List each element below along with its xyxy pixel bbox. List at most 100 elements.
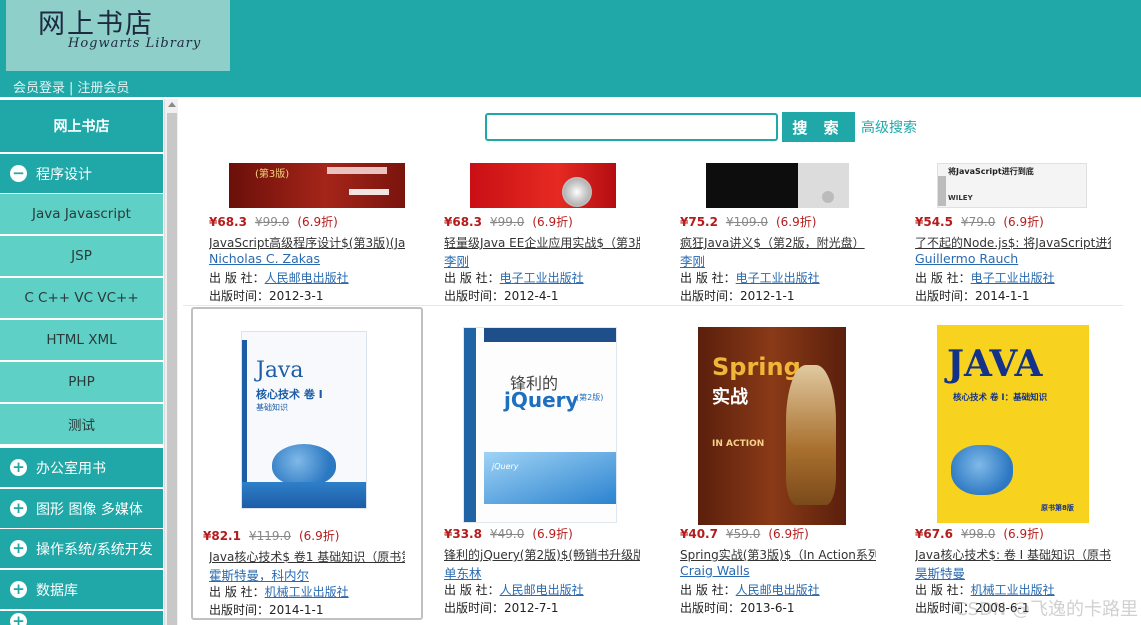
- book-discount: (6.9折): [532, 527, 573, 541]
- sidebar-item-html-xml[interactable]: HTML XML: [0, 320, 163, 360]
- book-discount: (6.9折): [298, 529, 340, 543]
- book-title[interactable]: Spring实战(第3版)$（In Action系列中: [680, 546, 876, 563]
- book-cover[interactable]: 将JavaScript进行到底 WILEY: [937, 163, 1087, 208]
- expand-icon: +: [10, 540, 27, 557]
- book-cover[interactable]: [706, 163, 849, 208]
- book-old-price: ¥79.0: [960, 215, 996, 229]
- book-title[interactable]: 锋利的jQuery(第2版)$(畅销书升级版,: [444, 546, 640, 563]
- book-price: ¥33.8: [444, 527, 482, 541]
- book-discount: (6.9折): [768, 527, 809, 541]
- book-cover[interactable]: [470, 163, 616, 208]
- cover-figure: [786, 365, 836, 505]
- book-author[interactable]: Craig Walls: [680, 563, 750, 578]
- book-cover[interactable]: (第3版): [229, 163, 405, 208]
- category-sidebar: 网上书店 − 程序设计 Java Javascript JSP C C++ VC…: [0, 97, 180, 625]
- book-author[interactable]: Guillermo Rauch: [915, 251, 1018, 266]
- publisher-link[interactable]: 电子工业出版社: [971, 271, 1055, 285]
- pubdate-label: 出版时间：: [444, 289, 505, 303]
- publisher-label: 出 版 社：: [915, 271, 971, 285]
- book-pubdate-line: 出版时间：2014-1-1: [915, 287, 1029, 304]
- book-card[interactable]: ¥75.2 ¥109.0 (6.9折) 疯狂Java讲义$（第2版，附光盘） 李刚 …: [680, 163, 912, 303]
- publisher-link[interactable]: 电子工业出版社: [500, 271, 584, 285]
- book-old-price: ¥99.0: [489, 215, 525, 229]
- row-divider: [183, 305, 1123, 306]
- category-graphics[interactable]: + 图形 图像 多媒体: [0, 489, 163, 528]
- category-programming[interactable]: − 程序设计: [0, 154, 163, 193]
- pubdate-value: 2012-7-1: [504, 601, 559, 615]
- category-label: 图形 图像 多媒体: [36, 501, 143, 518]
- book-publisher-line: 出 版 社：人民邮电出版社: [680, 581, 820, 598]
- sidebar-item-java-javascript[interactable]: Java Javascript: [0, 194, 163, 234]
- book-author[interactable]: Nicholas C. Zakas: [209, 251, 320, 266]
- search-input[interactable]: [485, 113, 778, 141]
- publisher-link[interactable]: 人民邮电出版社: [265, 271, 349, 285]
- book-author[interactable]: 昊斯特曼: [915, 563, 965, 582]
- price-line: ¥33.8 ¥49.0 (6.9折): [444, 525, 573, 542]
- book-card-selected[interactable]: Java 核心技术 卷 I 基础知识 ¥82.1 ¥119.0 (6.9折) Jav…: [191, 307, 423, 620]
- book-card[interactable]: Spring 实战 IN ACTION ¥40.7 ¥59.0 (6.9折) Spr…: [680, 309, 912, 620]
- category-office[interactable]: + 办公室用书: [0, 448, 163, 487]
- category-database[interactable]: + 数据库: [0, 570, 163, 609]
- scroll-up-arrow-icon[interactable]: [168, 102, 176, 107]
- book-cover[interactable]: Java 核心技术 卷 I 基础知识: [241, 331, 367, 509]
- book-card[interactable]: ¥68.3 ¥99.0 (6.9折) 轻量级Java EE企业应用实战$（第3版 李…: [444, 163, 676, 303]
- category-partial[interactable]: +: [0, 611, 163, 625]
- coffee-cup-icon: [272, 444, 336, 486]
- price-line: ¥82.1 ¥119.0 (6.9折): [203, 527, 339, 544]
- category-menu: 网上书店 − 程序设计 Java Javascript JSP C C++ VC…: [0, 97, 163, 625]
- pubdate-label: 出版时间：: [915, 289, 976, 303]
- book-card[interactable]: 锋利的 jQuery (第2版) jQuery ¥33.8 ¥49.0 (6.9折)…: [444, 309, 676, 620]
- publisher-link[interactable]: 人民邮电出版社: [736, 583, 820, 597]
- book-card[interactable]: 将JavaScript进行到底 WILEY ¥54.5 ¥79.0 (6.9折) 了…: [915, 163, 1141, 303]
- search-button[interactable]: 搜 索: [782, 112, 855, 142]
- sidebar-item-test[interactable]: 测试: [0, 404, 163, 444]
- book-price: ¥67.6: [915, 527, 953, 541]
- book-title[interactable]: Java核心技术$: 卷 I 基础知识（原书: [915, 546, 1111, 563]
- cover-swirl: [484, 452, 616, 504]
- book-author[interactable]: 霍斯特曼，科内尔: [209, 565, 309, 584]
- book-publisher-line: 出 版 社：电子工业出版社: [680, 269, 820, 286]
- book-price: ¥75.2: [680, 215, 718, 229]
- cover-subtitle-text: 核心技术 卷 I：基础知识: [953, 393, 1048, 403]
- publisher-label: 出 版 社：: [444, 271, 500, 285]
- book-old-price: ¥109.0: [725, 215, 768, 229]
- category-label: 数据库: [36, 582, 78, 599]
- book-title[interactable]: JavaScript高级程序设计$(第3版)(Java: [209, 234, 405, 251]
- member-login-link[interactable]: 会员登录: [13, 81, 65, 96]
- book-author[interactable]: 李刚: [444, 251, 469, 270]
- book-title[interactable]: 轻量级Java EE企业应用实战$（第3版: [444, 234, 640, 251]
- book-cover[interactable]: 锋利的 jQuery (第2版) jQuery: [463, 327, 617, 523]
- advanced-search-link[interactable]: 高级搜索: [861, 117, 917, 137]
- book-pubdate-line: 出版时间：2012-4-1: [444, 287, 558, 304]
- category-os[interactable]: + 操作系统/系统开发: [0, 529, 163, 568]
- scroll-thumb[interactable]: [167, 113, 177, 625]
- sidebar-item-php[interactable]: PHP: [0, 362, 163, 402]
- sidebar-item-c-cpp[interactable]: C C++ VC VC++: [0, 278, 163, 318]
- site-logo[interactable]: 网上书店 Hogwarts Library: [6, 0, 230, 71]
- publisher-link[interactable]: 机械工业出版社: [265, 585, 349, 599]
- book-title[interactable]: 了不起的Node.js$: 将JavaScript进行到: [915, 234, 1111, 251]
- book-cover[interactable]: Spring 实战 IN ACTION: [698, 327, 846, 525]
- sidebar-item-jsp[interactable]: JSP: [0, 236, 163, 276]
- book-card[interactable]: JAVA 核心技术 卷 I：基础知识 原书第8版 ¥67.6 ¥98.0 (6.9折…: [915, 309, 1141, 620]
- book-title[interactable]: 疯狂Java讲义$（第2版，附光盘）: [680, 234, 876, 251]
- book-cover[interactable]: JAVA 核心技术 卷 I：基础知识 原书第8版: [937, 325, 1089, 523]
- pubdate-value: 2012-1-1: [740, 289, 795, 303]
- sidebar-scrollbar[interactable]: [164, 99, 178, 625]
- cover-logo-text: jQuery: [492, 462, 519, 471]
- expand-icon: +: [10, 612, 27, 625]
- publisher-link[interactable]: 电子工业出版社: [736, 271, 820, 285]
- book-discount: (6.9折): [532, 215, 573, 229]
- book-author[interactable]: 李刚: [680, 251, 705, 270]
- book-author[interactable]: 单东林: [444, 563, 482, 582]
- book-discount: (6.9折): [775, 215, 817, 229]
- book-old-price: ¥119.0: [248, 529, 291, 543]
- publisher-link[interactable]: 人民邮电出版社: [500, 583, 584, 597]
- cover-title-text: Java: [256, 358, 304, 383]
- register-link[interactable]: 注册会员: [77, 81, 129, 96]
- book-card[interactable]: (第3版) ¥68.3 ¥99.0 (6.9折) JavaScript高级程序设计$…: [209, 163, 441, 303]
- book-title[interactable]: Java核心技术$ 卷1 基础知识（原书第: [209, 548, 405, 565]
- coffee-cup-icon: [951, 445, 1013, 495]
- book-pubdate-line: 出版时间：2012-3-1: [209, 287, 323, 304]
- logo-english-text: Hogwarts Library: [68, 36, 202, 51]
